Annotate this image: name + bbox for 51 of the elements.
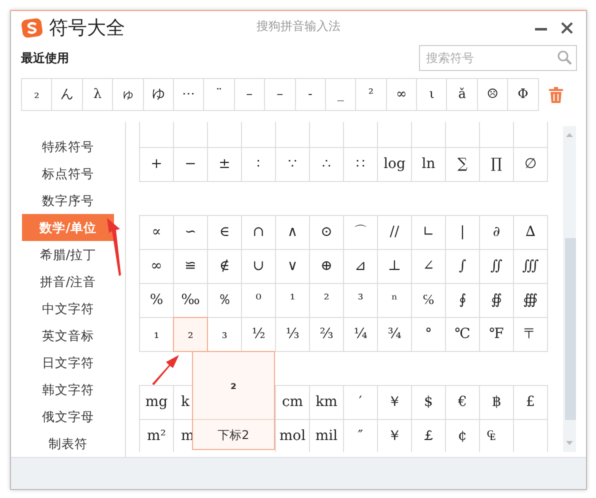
annotation-arrow [106, 217, 122, 278]
sidebar-item[interactable]: 俄文字母 [22, 403, 114, 430]
window-title: 符号大全 [49, 16, 125, 41]
annotation-arrow [150, 355, 180, 386]
sidebar-item[interactable]: 希腊/拉丁 [22, 241, 114, 268]
sidebar-item[interactable]: 日文字符 [22, 349, 114, 376]
sidebar-item[interactable]: 中文字符 [22, 295, 114, 322]
symbol-key[interactable]: mg [139, 385, 174, 420]
tooltip-label: 下标2 [193, 419, 274, 450]
search-icon[interactable] [557, 50, 572, 66]
symbol-key[interactable]: – [264, 78, 296, 112]
symbol-key[interactable]: ι [416, 78, 448, 112]
sidebar-item[interactable]: 标点符号 [22, 160, 114, 188]
symbol-key[interactable]: ゅ [112, 78, 144, 112]
sidebar-item[interactable]: 拼音/注音 [22, 268, 114, 296]
sidebar-item[interactable]: 数字序号 [22, 187, 114, 214]
sidebar-item[interactable]: 制表符 [22, 430, 114, 458]
symbol-key[interactable]: Φ [507, 78, 539, 112]
symbol-key[interactable]: ∅ [513, 147, 548, 182]
symbol-key[interactable]: ǎ [446, 78, 478, 112]
symbol-key[interactable]: ∞ [386, 78, 418, 112]
symbol-key[interactable]: ₂ [173, 317, 208, 352]
symbol-key[interactable]: + [139, 147, 174, 182]
symbol-key[interactable]: ゆ [142, 78, 174, 112]
search-field[interactable]: 搜索符号 [419, 45, 577, 72]
symbol-key[interactable]: ∆ [513, 215, 548, 250]
symbol-key[interactable]: ん [51, 78, 83, 112]
symbol-key[interactable]: ₁ [139, 317, 174, 352]
delete-icon[interactable] [548, 86, 563, 103]
logo-icon [21, 17, 43, 40]
sidebar-item[interactable]: 英文音标 [22, 322, 114, 350]
sidebar-item[interactable]: 韩文字符 [22, 376, 114, 404]
symbol-key[interactable]: 〒 [513, 317, 548, 352]
symbol-key[interactable]: ¨ [203, 78, 235, 112]
app-name: 搜狗拼音输入法 [256, 19, 340, 33]
scrollbar-thumb[interactable] [565, 238, 576, 420]
symbol-key[interactable]: ☹ [476, 78, 508, 112]
symbol-key[interactable]: ² [355, 78, 387, 112]
sidebar-item[interactable]: 特殊符号 [22, 133, 114, 160]
symbol-key[interactable]: - [294, 78, 326, 112]
symbol-key[interactable]: ⋯ [172, 78, 204, 112]
symbol-key[interactable]: _ [324, 78, 356, 112]
symbol-key[interactable]: cm [275, 385, 310, 420]
scrollbar[interactable] [563, 126, 576, 452]
tooltip-symbol: ₂ [229, 376, 238, 396]
symbol-key[interactable]: λ [82, 78, 114, 112]
section-label: 最近使用 [21, 50, 69, 68]
symbol-key[interactable]: ₂ [21, 78, 52, 112]
symbol-key[interactable]: £ [513, 385, 548, 420]
symbol-key[interactable]: ∝ [139, 215, 174, 250]
symbol-key[interactable]: – [234, 78, 266, 112]
